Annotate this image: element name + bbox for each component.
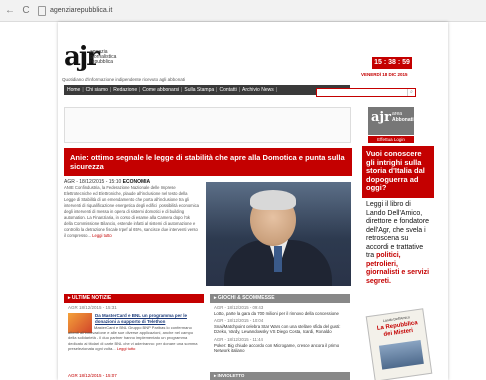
reload-icon[interactable]: C [20, 4, 32, 18]
sub-section-header[interactable]: ▸ INVIOLETTO [210, 372, 350, 380]
latest-news-panel: ▸ ULTIME NOTIZIE AGR 18/12/2015 - 15:31 … [64, 294, 204, 380]
advert-title: Vuoi conoscere gli intrighi sulla storia… [362, 146, 434, 198]
list-item[interactable]: AGR - 18/12/2015 - 09:43 Lotto, parte la… [210, 303, 350, 316]
logo-line: repubblica [90, 59, 114, 65]
search-input[interactable]: ⌕ [316, 88, 416, 97]
nav-separator: | [216, 87, 218, 93]
article-text: ANIE Confindustria, la Federazione Nazio… [64, 185, 200, 238]
nav-separator: | [82, 87, 84, 93]
read-more-link[interactable]: Leggi tutto [92, 233, 112, 238]
nav-separator: | [238, 87, 241, 93]
address-text[interactable]: agenziarepubblica.it [50, 7, 112, 14]
list-item[interactable]: AGR - 18/12/2015 - 10:04 Snai/Matchpoint… [210, 316, 350, 335]
nav-separator: | [181, 87, 183, 93]
back-icon[interactable]: ← [4, 4, 16, 18]
news-title-link[interactable]: Lotto, parte la gara da 700 milioni per … [214, 311, 346, 317]
nav-separator: | [109, 87, 112, 93]
area-logo: ajr [371, 110, 391, 125]
clock: 15 : 38 : 59 [372, 57, 412, 69]
banner-placeholder [64, 107, 351, 143]
news-date: AGR 18/12/2015 - 15:07 [68, 373, 117, 378]
photo-tie [274, 246, 282, 272]
news-read-more-link[interactable]: Leggi tutto [117, 346, 136, 351]
news-title-link[interactable]: Da MasterCard e BNL un programma per le … [95, 313, 199, 324]
book-cover[interactable]: Lando Dell'Amico La Repubblica dei Miste… [365, 308, 433, 380]
book-photo [378, 339, 424, 370]
nav-sulla-stampa[interactable]: Sulla Stampa [184, 87, 214, 93]
page-icon [38, 5, 46, 16]
nav-redazione[interactable]: Redazione [113, 87, 137, 93]
latest-news-header[interactable]: ▸ ULTIME NOTIZIE [64, 294, 204, 303]
advert-body: Leggi il libro di Lando Dell'Amico, dire… [362, 198, 434, 286]
nav-contatti[interactable]: Contatti [219, 87, 236, 93]
list-item[interactable]: AGR - 18/12/2015 - 11:44 Poker: Big chiu… [210, 335, 350, 354]
news-title-link[interactable]: Poker: Big chiude accordo con Microgame,… [214, 343, 346, 354]
article-summary: ANIE Confindustria, la Federazione Nazio… [64, 185, 200, 239]
area-subtitle: Abbonati [392, 117, 414, 123]
nav-chi-siamo[interactable]: Chi siamo [86, 87, 108, 93]
search-icon[interactable]: ⌕ [407, 89, 415, 96]
nav-separator: | [139, 87, 141, 93]
login-button[interactable]: Effettua Login [368, 136, 414, 143]
subscriber-area[interactable]: ajr area Abbonati [368, 107, 414, 135]
nav-separator: | [275, 87, 278, 93]
address-bar[interactable]: agenziarepubblica.it [38, 4, 112, 18]
browser-toolbar: ← C agenziarepubblica.it [0, 0, 486, 22]
nav-archivio-news[interactable]: Archivio News [242, 87, 274, 93]
games-header[interactable]: ▸ GIOCHI & SCOMMESSE [210, 294, 350, 303]
logo-text: agenzia giornalistica repubblica [90, 50, 116, 65]
advert-highlight: politici, petrolieri, giornalisti e serv… [366, 252, 430, 285]
advert-text: Leggi il libro di Lando Dell'Amico, dire… [366, 201, 430, 259]
nav-home[interactable]: Home [67, 87, 80, 93]
nav-come-abbonarsi[interactable]: Come abbonarsi [142, 87, 179, 93]
news-text: MasterCard e BNL Gruppo BNP Paribas lo c… [68, 325, 200, 351]
article-photo[interactable] [206, 182, 351, 286]
current-date: VENERDÌ 18 DIC 2015 [361, 72, 408, 77]
news-title-link[interactable]: Snai/Matchpoint celebra Star Wars con un… [214, 324, 346, 335]
web-page: ajr agenzia giornalistica repubblica Quo… [58, 22, 448, 380]
news-date: AGR 18/12/2015 - 15:31 [68, 305, 117, 310]
main-nav: Home | Chi siamo | Redazione | Come abbo… [64, 85, 350, 95]
site-tagline: Quotidiano d'informazione indipendente r… [62, 77, 185, 82]
photo-hair [250, 190, 296, 210]
games-panel: ▸ GIOCHI & SCOMMESSE AGR - 18/12/2015 - … [210, 294, 350, 380]
latest-news-body: AGR 18/12/2015 - 15:31 Da MasterCard e B… [64, 303, 204, 380]
site-logo[interactable]: ajr agenzia giornalistica repubblica [64, 44, 124, 76]
main-headline[interactable]: Anie: ottimo segnale le legge di stabili… [64, 148, 352, 176]
games-body: AGR - 18/12/2015 - 09:43 Lotto, parte la… [210, 303, 350, 380]
